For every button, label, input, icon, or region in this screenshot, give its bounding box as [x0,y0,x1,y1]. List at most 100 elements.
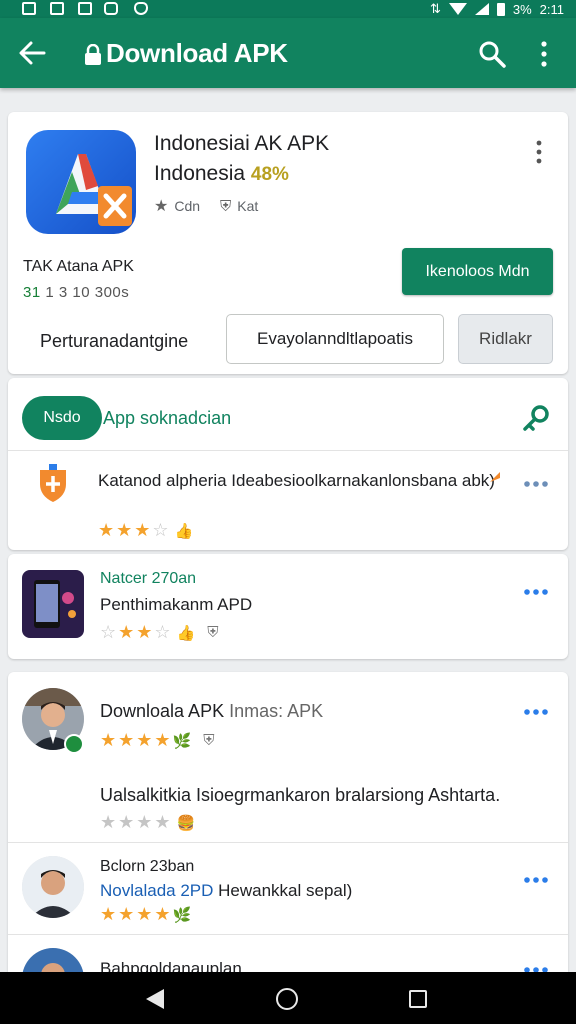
leaf-icon: 🌿 [172,732,192,750]
more-vert-icon[interactable] [536,40,552,68]
rating-stars: ★ ★ ★ ★ 🍔 [100,812,195,833]
star-icon: ★ [118,730,135,750]
star-icon: ★ [136,622,153,642]
shield-notification-icon [134,2,148,15]
rating-stars: ☆ ★ ★ ☆ 👍 ⛨ [100,622,219,643]
app-name-line2: Indonesia 48% [154,162,289,186]
badge-icon: 🍔 [176,814,196,832]
pin-icon [490,472,500,482]
shield-icon: ⛨ [203,732,215,749]
avatar [22,856,84,918]
divider [8,934,568,935]
nav-back-icon[interactable] [146,989,164,1009]
thumbs-up-icon: 👍 [174,522,194,540]
apps-section-card: Nsdo App soknadcian Katanod alpheria Ide… [8,378,568,550]
secondary-button[interactable]: Evayolanndltlapoatis [226,314,444,364]
list-item-text: Katanod alpheria Ideabesioolkarnakanlons… [98,471,495,490]
shield-plus-icon [40,464,66,502]
wifi-icon [448,3,467,15]
app-thumbnail-icon [22,570,84,638]
star-icon: ★ [154,904,171,924]
app-developer: Indonesia [154,162,246,185]
review-title: Bclorn 23ban [100,858,195,875]
more-horiz-icon[interactable] [523,708,549,716]
data-arrows-icon: ⇅ [429,1,441,16]
section-label: App soknadcian [103,408,232,428]
star-icon: ★ [136,904,153,924]
star-icon: ★ [154,812,171,832]
stats-values: 1 3 10 300s [45,284,130,301]
rating-stars: ★ ★ ★ ★ 🌿 ⛨ [100,730,215,751]
meta-rating: Cdn [174,198,201,214]
more-horiz-icon[interactable] [523,480,549,488]
system-nav-bar [0,972,576,1024]
list-item-title: Natcer 270an [100,570,197,587]
shield-icon: ⛨ [207,624,219,641]
apps-section-card-2: Natcer 270an Penthimakanm APD ☆ ★ ★ ☆ 👍 … [8,554,568,659]
star-icon: ★ [118,622,135,642]
reviews-card: Downloala APK Inmas: APK ★ ★ ★ ★ 🌿 ⛨ Ual… [8,672,568,1010]
more-horiz-icon[interactable] [523,876,549,884]
star-icon: ★ [154,730,171,750]
star-icon: ★ [136,812,153,832]
battery-text: 3% [512,1,532,17]
list-item-text: Penthimakanm APD [100,595,253,614]
star-icon: ★ [134,520,151,540]
more-horiz-icon[interactable] [523,588,549,596]
star-outline-icon: ☆ [154,622,171,642]
download-notification-icon [104,2,118,15]
lock-icon [85,44,101,65]
star-icon: ★ [116,520,133,540]
rating-stars: ★ ★ ★ ☆ 👍 [98,520,193,541]
star-icon: ★ [100,904,117,924]
meta-category: Kat [237,198,259,214]
app-tag: 48% [250,164,289,185]
review-author-suffix: Hewankkal sepal) [218,881,353,900]
divider [8,842,568,843]
back-arrow-icon[interactable] [18,40,46,66]
review-author-name: Novlalada 2PD [100,881,214,900]
star-icon: ★ [100,812,117,832]
filter-chip[interactable]: Nsdo [22,396,102,440]
app-detail-card: Indonesiai AK APK Indonesia 48% ★ Cdn ⛨ … [8,112,568,374]
install-button[interactable]: Ikenoloos Mdn [402,248,553,295]
image-notification-icon [22,2,36,15]
chart-notification-icon [50,2,64,15]
star-icon: ★ [136,730,153,750]
star-outline-icon: ☆ [152,520,169,540]
status-bar: ⇅ 3% 2:11 [0,0,576,18]
star-icon: ★ [154,198,169,215]
tertiary-button[interactable]: Ridlakr [458,314,553,364]
app-notification-icon [78,2,92,15]
app-bar: Download APK [0,18,576,88]
star-icon: ★ [118,812,135,832]
action-link[interactable]: Perturanadantgine [40,331,188,352]
page-title: Download APK [106,38,288,68]
review-author-suffix: Inmas: APK [229,701,324,721]
star-icon: ★ [98,520,115,540]
search-key-icon[interactable] [520,402,552,434]
battery-icon [496,2,505,16]
shield-icon: ⛨ [220,197,232,215]
nav-recents-icon[interactable] [409,990,427,1008]
divider [8,450,568,451]
verified-badge-icon [64,734,84,754]
stats-highlight: 31 [23,284,41,301]
app-subtitle: TAK Atana APK [23,258,134,275]
app-logo-icon [26,130,136,234]
signal-icon [474,3,489,15]
app-stats: 31 1 3 10 300s [23,284,129,301]
nav-home-icon[interactable] [276,988,298,1010]
search-icon[interactable] [478,40,506,68]
clock: 2:11 [539,1,564,17]
thumbs-up-icon: 👍 [176,624,196,642]
app-menu-icon[interactable] [536,140,542,164]
review-author: Downloala APK Inmas: APK [100,700,323,722]
rating-stars: ★ ★ ★ ★ 🌿 [100,904,191,925]
review-text: Ualsalkitkia Isioegrmankaron bralarsiong… [100,785,501,805]
leaf-icon: 🌿 [172,906,192,924]
star-icon: ★ [118,904,135,924]
star-icon: ★ [100,730,117,750]
star-outline-icon: ☆ [100,622,117,642]
app-meta: ★ Cdn ⛨ Kat [154,196,258,216]
